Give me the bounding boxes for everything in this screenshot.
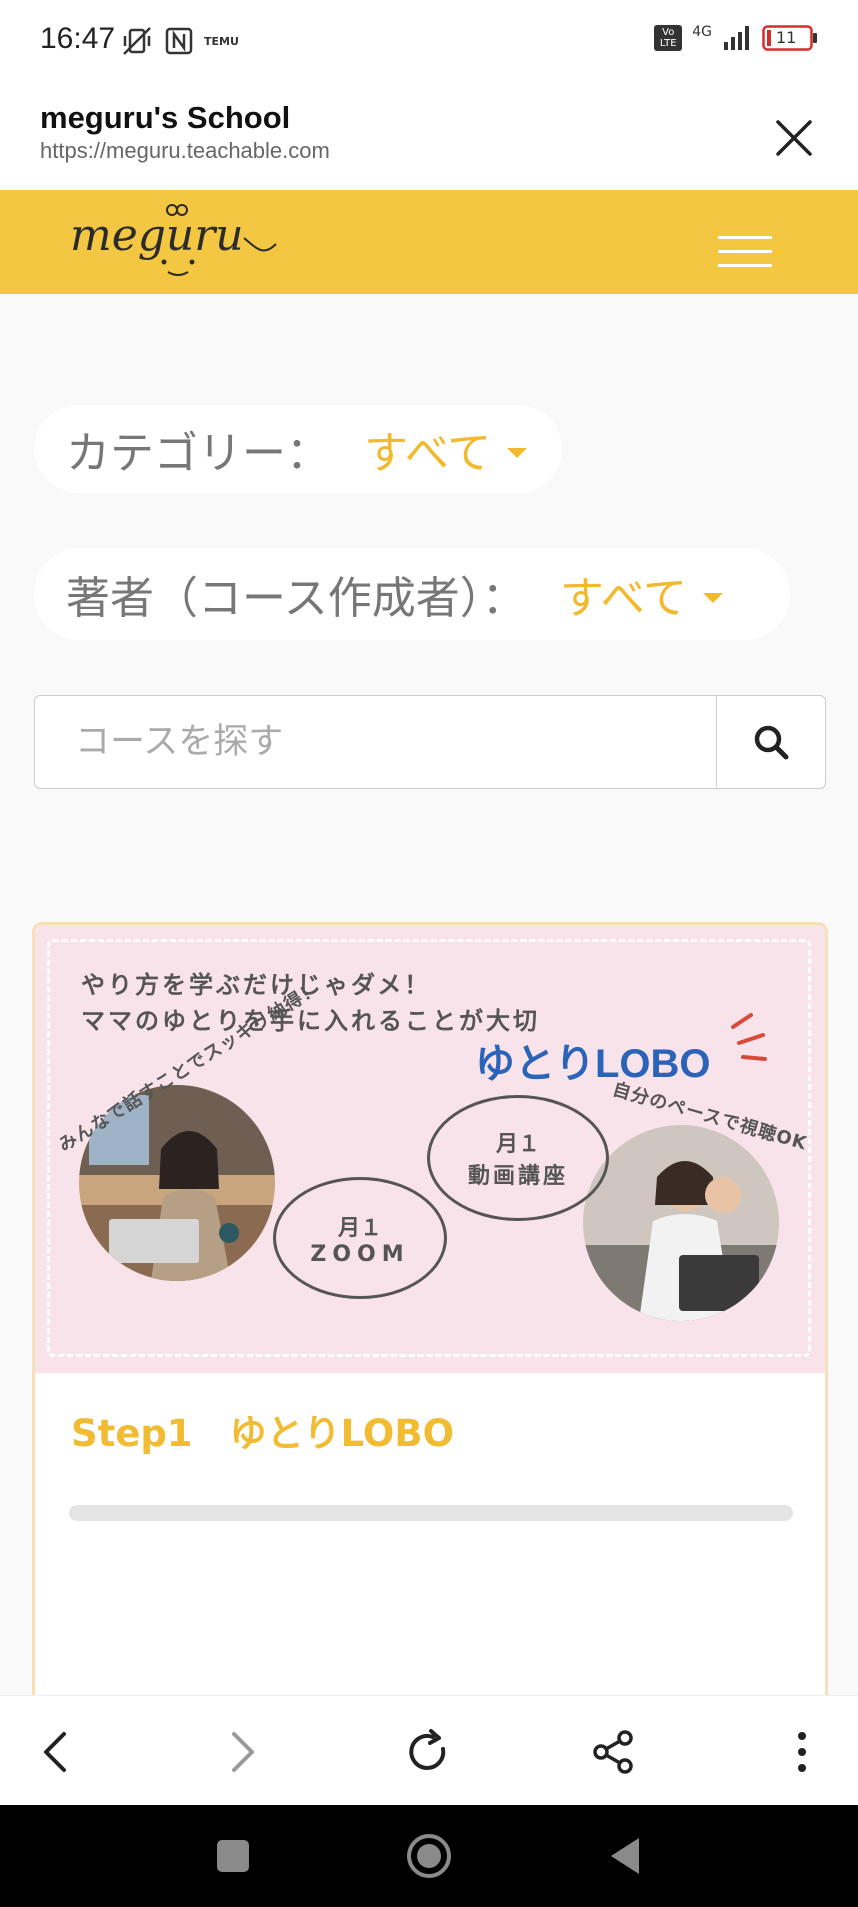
category-label: カテゴリー： <box>66 428 330 479</box>
signal-icon <box>722 24 752 52</box>
reload-icon <box>409 1729 446 1770</box>
hamburger-icon <box>718 236 772 267</box>
chevron-right-icon <box>232 1732 254 1772</box>
author-dropdown[interactable]: すべて <box>560 562 723 626</box>
menu-button[interactable] <box>718 236 772 276</box>
chevron-left-icon <box>44 1732 66 1772</box>
caret-down-icon <box>702 593 723 603</box>
search-input[interactable] <box>35 696 719 787</box>
video-bubble-line-2: 動画講座 <box>467 1164 568 1189</box>
forward-button[interactable] <box>212 1722 272 1782</box>
share-icon <box>593 1730 633 1774</box>
video-photo <box>583 1125 779 1321</box>
temu-icon: TEMU <box>204 34 239 48</box>
status-right-icons: Vo LTE 4G 11 <box>654 24 818 52</box>
site-header: meguru <box>0 190 858 294</box>
system-nav-bar <box>0 1805 858 1907</box>
home-circle-icon <box>407 1834 451 1878</box>
browser-toolbar <box>0 1695 858 1806</box>
video-bubble-line-1: 月１ <box>495 1132 540 1157</box>
course-search <box>34 695 826 789</box>
back-button[interactable] <box>26 1722 86 1782</box>
course-title[interactable]: Step1 ゆとりLOBO <box>71 1403 454 1457</box>
meguru-logo[interactable]: meguru <box>68 200 278 282</box>
author-label: 著者（コース作成者）： <box>66 573 526 624</box>
close-button[interactable] <box>770 114 818 162</box>
zoom-bubble: 月１ ZOOM <box>273 1177 447 1299</box>
video-bubble: 月１ 動画講座 <box>427 1095 609 1221</box>
volte-icon: Vo LTE <box>654 25 683 51</box>
course-card[interactable]: やり方を学ぶだけじゃダメ！ ママのゆとりを手に入れることが大切 ゆとりLOBO <box>32 922 828 1772</box>
square-icon <box>217 1840 249 1872</box>
share-button[interactable] <box>584 1722 644 1782</box>
battery-icon: 11 <box>762 25 818 51</box>
course-progress <box>69 1505 793 1521</box>
search-button[interactable] <box>716 696 825 787</box>
author-value: すべて <box>559 573 687 624</box>
more-options-button[interactable] <box>772 1722 832 1782</box>
home-button[interactable] <box>404 1831 454 1881</box>
page-url: https://meguru.teachable.com <box>40 138 330 163</box>
system-back-button[interactable] <box>600 1831 650 1881</box>
banner-line-2: ママのゆとりを手に入れることが大切 <box>81 1007 540 1035</box>
battery-level: 11 <box>776 28 797 47</box>
category-dropdown[interactable]: すべて <box>364 417 528 481</box>
mute-vibrate-icon <box>120 24 154 58</box>
banner-brand: ゆとりLOBO <box>475 1042 711 1086</box>
logo-wordmark: meguru <box>70 210 244 261</box>
status-bar: 16:47 TEMU Vo LTE 4G 11 <box>0 0 858 86</box>
category-value: すべて <box>364 428 492 479</box>
more-vert-icon <box>798 1732 806 1772</box>
network-type: 4G <box>692 24 712 40</box>
banner-line-1: やり方を学ぶだけじゃダメ！ <box>81 971 432 999</box>
status-time: 16:47 <box>40 22 116 55</box>
nfc-icon <box>164 24 194 58</box>
reload-button[interactable] <box>398 1722 458 1782</box>
search-icon <box>754 725 789 759</box>
triangle-back-icon <box>611 1838 639 1874</box>
category-filter: カテゴリー： すべて <box>34 405 562 493</box>
zoom-bubble-line-1: 月１ <box>337 1215 382 1241</box>
zoom-bubble-line-2: ZOOM <box>310 1241 410 1267</box>
status-left-icons: TEMU <box>120 24 239 58</box>
sparkle-icon <box>731 1013 767 1061</box>
browser-bar: meguru's School https://meguru.teachable… <box>0 86 858 190</box>
close-icon <box>776 120 812 156</box>
author-filter: 著者（コース作成者）： すべて <box>34 548 790 640</box>
caret-down-icon <box>507 448 528 458</box>
page-title: meguru's School <box>40 100 291 135</box>
course-banner: やり方を学ぶだけじゃダメ！ ママのゆとりを手に入れることが大切 ゆとりLOBO <box>35 925 825 1373</box>
recents-button[interactable] <box>208 1831 258 1881</box>
